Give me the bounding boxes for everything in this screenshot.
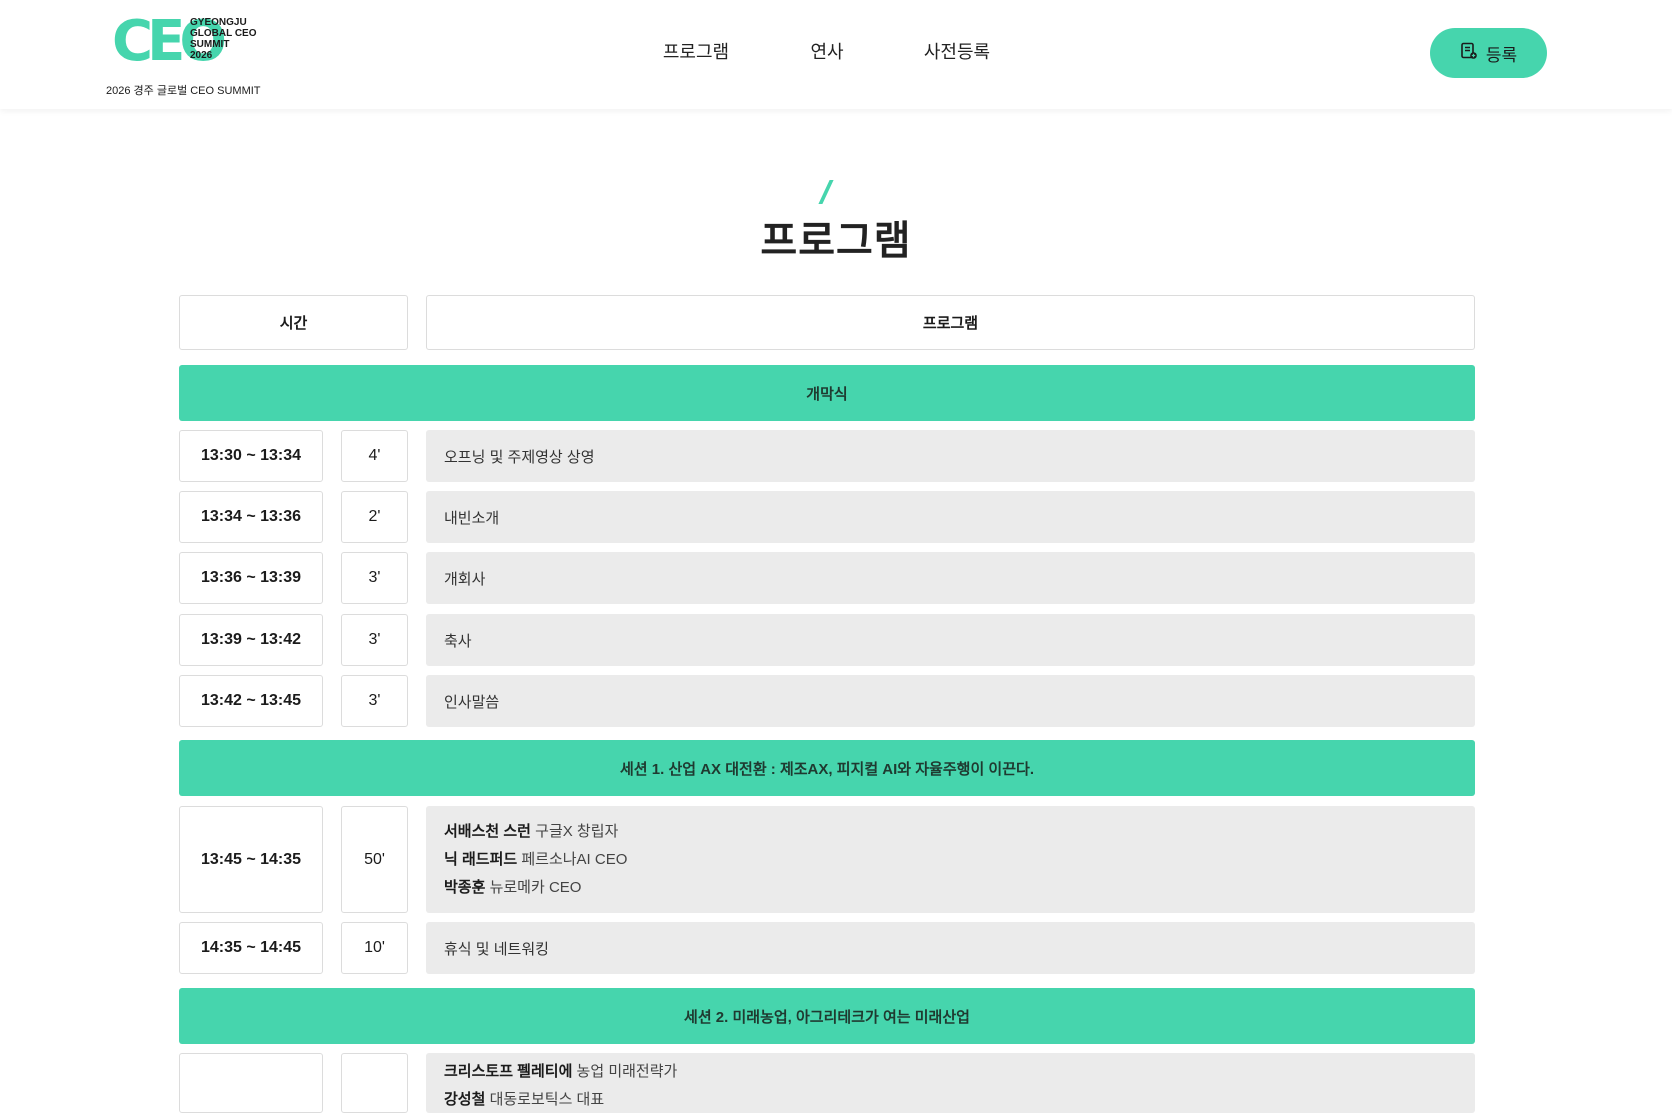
speaker-entry: 크리스토프 펠레티에 농업 미래전략가 xyxy=(444,1058,1475,1086)
program-text: 내빈소개 xyxy=(444,509,500,527)
title-accent-mark xyxy=(818,180,834,204)
program-text: 휴식 및 네트워킹 xyxy=(444,940,549,958)
speaker-role: 페르소나AI CEO xyxy=(521,850,628,868)
duration-cell: 50' xyxy=(341,806,408,913)
duration-cell xyxy=(341,1053,408,1113)
time-cell: 13:34 ~ 13:36 xyxy=(179,491,323,543)
program-cell: 오프닝 및 주제영상 상영 xyxy=(426,430,1475,482)
program-text: 개회사 xyxy=(444,570,486,588)
program-cell: 개회사 xyxy=(426,552,1475,604)
speaker-role: 농업 미래전략가 xyxy=(576,1063,678,1080)
time-cell: 13:45 ~ 14:35 xyxy=(179,806,323,913)
register-button[interactable]: 등록 xyxy=(1430,28,1547,78)
program-text: 오프닝 및 주제영상 상영 xyxy=(444,448,595,466)
section-header: 세션 2. 미래농업, 아그리테크가 여는 미래산업 xyxy=(179,988,1475,1044)
time-cell xyxy=(179,1053,323,1113)
speaker-role: 구글X 창립자 xyxy=(535,822,619,840)
speaker-name: 강성철 xyxy=(444,1091,486,1108)
nav-pre-registration[interactable]: 사전등록 xyxy=(924,38,990,64)
duration-cell: 10' xyxy=(341,922,408,974)
site-header: CEO GYEONGJU GLOBAL CEO SUMMIT 2026 2026… xyxy=(0,0,1672,109)
duration-cell: 3' xyxy=(341,675,408,727)
speaker-role: 대동로보틱스 대표 xyxy=(489,1091,605,1108)
section-header: 개막식 xyxy=(179,365,1475,421)
speaker-name: 크리스토프 펠레티에 xyxy=(444,1063,573,1080)
program-text: 축사 xyxy=(444,632,472,650)
program-cell: 휴식 및 네트워킹 xyxy=(426,922,1475,974)
duration-cell: 3' xyxy=(341,614,408,666)
time-cell: 13:36 ~ 13:39 xyxy=(179,552,323,604)
program-cell: 크리스토프 펠레티에 농업 미래전략가 강성철 대동로보틱스 대표 xyxy=(426,1053,1475,1113)
nav-program[interactable]: 프로그램 xyxy=(663,38,729,64)
duration-cell: 4' xyxy=(341,430,408,482)
column-header-time: 시간 xyxy=(179,295,408,350)
speaker-entry: 닉 래드퍼드 페르소나AI CEO xyxy=(444,846,1475,874)
program-text: 인사말씀 xyxy=(444,693,500,711)
speaker-entry: 서배스천 스런 구글X 창립자 xyxy=(444,818,1475,846)
program-cell: 서배스천 스런 구글X 창립자 닉 래드퍼드 페르소나AI CEO 박종훈 뉴로… xyxy=(426,806,1475,913)
duration-cell: 3' xyxy=(341,552,408,604)
program-cell: 축사 xyxy=(426,614,1475,666)
time-cell: 14:35 ~ 14:45 xyxy=(179,922,323,974)
page-title: 프로그램 xyxy=(760,219,912,263)
speaker-name: 서배스천 스런 xyxy=(444,822,531,840)
program-cell: 인사말씀 xyxy=(426,675,1475,727)
speaker-entry: 박종훈 뉴로메카 CEO xyxy=(444,874,1475,902)
program-cell: 내빈소개 xyxy=(426,491,1475,543)
speaker-name: 닉 래드퍼드 xyxy=(444,850,518,868)
column-header-program: 프로그램 xyxy=(426,295,1475,350)
time-cell: 13:42 ~ 13:45 xyxy=(179,675,323,727)
speaker-entry: 강성철 대동로보틱스 대표 xyxy=(444,1086,1475,1114)
duration-cell: 2' xyxy=(341,491,408,543)
section-header: 세션 1. 산업 AX 대전환 : 제조AX, 피지컬 AI와 자율주행이 이끈… xyxy=(179,740,1475,796)
register-icon xyxy=(1460,42,1478,65)
time-cell: 13:30 ~ 13:34 xyxy=(179,430,323,482)
speaker-role: 뉴로메카 CEO xyxy=(489,878,582,896)
register-label: 등록 xyxy=(1485,45,1518,65)
logo-subtitle: 2026 경주 글로벌 CEO SUMMIT xyxy=(106,85,261,97)
speaker-name: 박종훈 xyxy=(444,878,486,896)
nav-speakers[interactable]: 연사 xyxy=(810,38,843,64)
main-nav: 프로그램 연사 사전등록 xyxy=(0,38,1672,68)
time-cell: 13:39 ~ 13:42 xyxy=(179,614,323,666)
